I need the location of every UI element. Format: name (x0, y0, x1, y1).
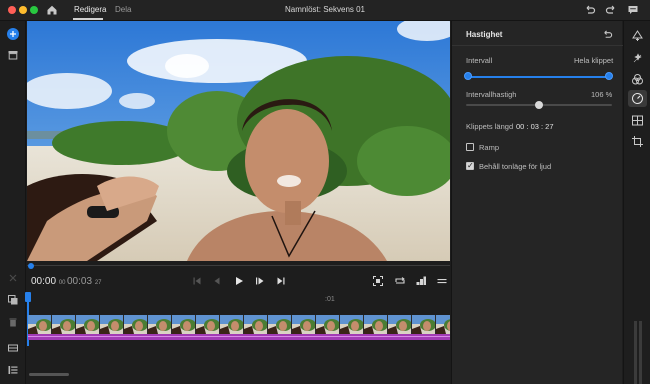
right-toolbar (623, 21, 650, 384)
list-icon[interactable] (7, 364, 19, 376)
speed-icon[interactable] (631, 92, 644, 105)
playhead-handle[interactable] (25, 292, 31, 302)
timeline-ruler-label: :01 (325, 296, 335, 303)
video-frame-image (27, 21, 450, 261)
current-time: 00:00 (31, 276, 57, 287)
go-to-end-icon[interactable] (275, 275, 287, 287)
layout-icon[interactable] (631, 114, 644, 127)
add-media-button[interactable] (7, 28, 19, 40)
scrub-handle[interactable] (28, 263, 34, 269)
total-time: 00:03 (67, 276, 93, 287)
undo-icon[interactable] (584, 4, 596, 16)
crop-transform-icon[interactable] (631, 29, 644, 42)
left-toolbar (0, 21, 26, 384)
feedback-icon[interactable] (627, 4, 639, 16)
video-preview[interactable] (27, 21, 450, 261)
ramp-checkbox[interactable] (466, 143, 474, 151)
audio-meter-left (634, 321, 637, 384)
effects-icon[interactable] (631, 52, 644, 65)
track-icon[interactable] (7, 342, 19, 354)
video-clip[interactable] (28, 315, 450, 334)
total-frames: 27 (94, 280, 102, 286)
interval-speed-value: 106 % (591, 90, 613, 99)
range-slider-track[interactable] (469, 76, 609, 78)
audio-waveform (28, 336, 450, 337)
quality-icon[interactable] (415, 275, 427, 287)
clip-length-value: 00 : 03 : 27 (516, 122, 554, 131)
close-icon[interactable] (7, 272, 19, 284)
clip-length-label: Klippets längd (466, 122, 514, 131)
range-end-label: Hela klippet (574, 56, 614, 65)
check-icon: ✓ (467, 161, 474, 170)
duplicate-icon[interactable] (7, 294, 19, 306)
audio-clip[interactable] (28, 334, 450, 340)
scrub-track (27, 265, 450, 266)
interval-speed-label: Intervallhastigh (466, 90, 517, 99)
media-bin-icon[interactable] (7, 49, 19, 61)
panel-title: Hastighet (466, 30, 503, 39)
total-timecode: 00:03 27 (67, 276, 102, 287)
step-forward-icon[interactable] (254, 275, 266, 287)
loop-icon[interactable] (394, 275, 406, 287)
range-label: Intervall (466, 56, 493, 65)
color-icon[interactable] (631, 73, 644, 86)
more-icon[interactable] (436, 275, 448, 287)
reset-icon[interactable] (602, 29, 613, 40)
keep-pitch-checkbox[interactable]: ✓ (466, 161, 474, 170)
fit-icon[interactable] (372, 275, 384, 287)
redo-icon[interactable] (605, 4, 617, 16)
clip-thumbnails (28, 315, 450, 334)
speed-panel: Hastighet Intervall Hela klippet Interva… (451, 21, 623, 384)
trash-icon[interactable] (7, 316, 19, 328)
current-frames: 00 (58, 280, 66, 286)
step-back-icon[interactable] (211, 275, 223, 287)
crop-icon[interactable] (631, 135, 644, 148)
timeline-scrollbar[interactable] (29, 373, 69, 376)
go-to-start-icon[interactable] (191, 275, 203, 287)
ramp-label: Ramp (479, 143, 500, 152)
window-title: Namnlöst: Sekvens 01 (284, 5, 366, 14)
active-tab-indicator (73, 18, 103, 20)
audio-meter-right (639, 321, 642, 384)
play-icon[interactable] (233, 275, 245, 287)
plus-icon (10, 31, 16, 37)
speed-slider-handle[interactable] (535, 101, 543, 109)
range-start-handle[interactable] (464, 72, 472, 80)
keep-pitch-label: Behåll tonläge för ljud (479, 162, 552, 171)
panel-divider (452, 45, 623, 46)
title-bar: Redigera Dela Namnlöst: Sekvens 01 (0, 0, 650, 21)
range-end-handle[interactable] (605, 72, 613, 80)
scrub-bar[interactable] (27, 263, 450, 269)
current-timecode: 00:00 00 (31, 276, 66, 287)
